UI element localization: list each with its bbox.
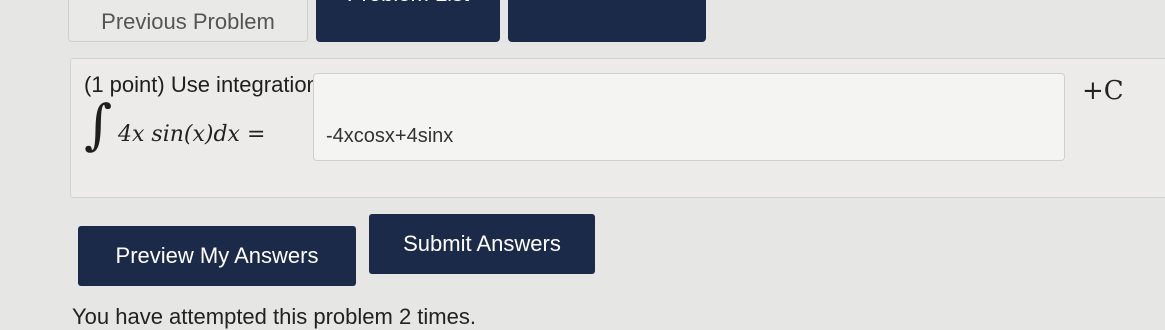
problem-list-button[interactable]: Problem List [316, 0, 500, 42]
plus-constant: +C [1082, 76, 1124, 106]
preview-answers-button[interactable]: Preview My Answers [78, 226, 356, 286]
previous-problem-button[interactable]: Previous Problem [68, 0, 308, 42]
attempts-status: You have attempted this problem 2 times. [72, 304, 476, 329]
integrand-expression: 4x sin(x)dx = [118, 122, 266, 147]
submit-answers-button[interactable]: Submit Answers [369, 214, 595, 274]
next-problem-button[interactable]: Next Problem [508, 0, 706, 42]
answer-input[interactable] [313, 73, 1065, 161]
integral-symbol: ∫ [84, 93, 113, 156]
